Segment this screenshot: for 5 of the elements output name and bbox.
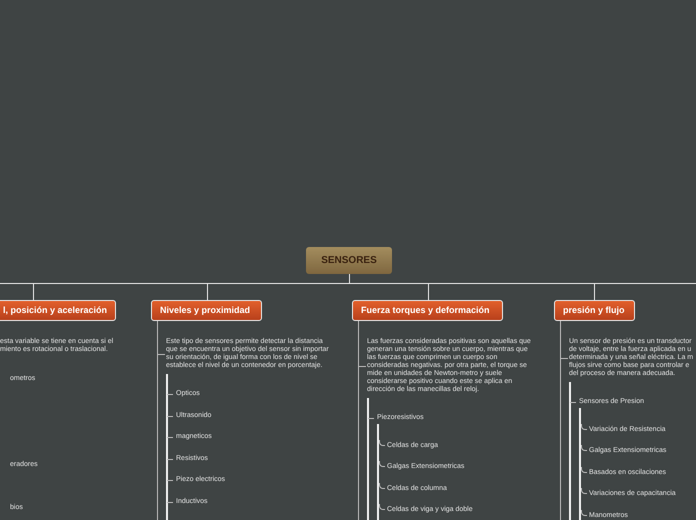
branch-topic[interactable]: presión y flujo	[554, 300, 635, 321]
branch-topic[interactable]: Fuerza torques y deformación	[352, 300, 503, 321]
branch-topic[interactable]: l, posición y aceleración	[0, 300, 116, 321]
branch-topic[interactable]: Niveles y proximidad	[151, 300, 262, 321]
central-topic[interactable]: SENSORES	[306, 247, 392, 274]
